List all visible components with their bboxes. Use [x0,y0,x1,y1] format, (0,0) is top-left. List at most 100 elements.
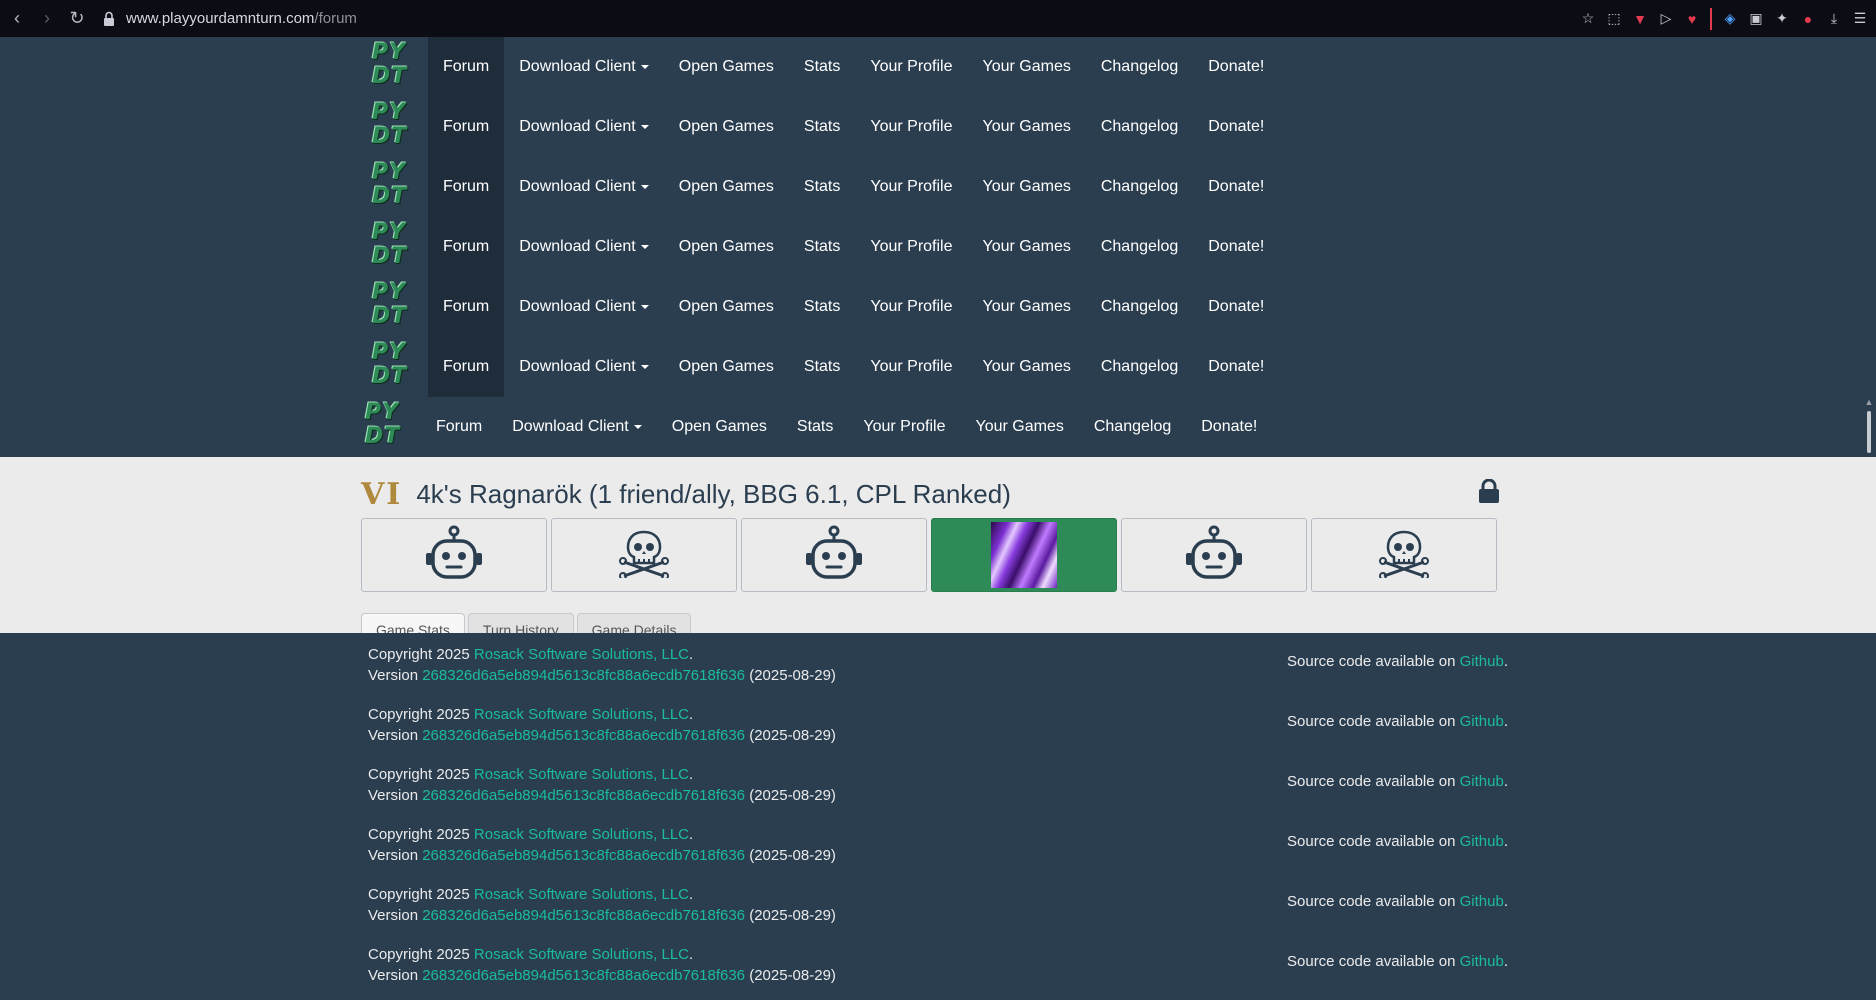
nav-item-changelog[interactable]: Changelog [1086,157,1193,217]
site-logo[interactable]: PY DT [372,41,412,93]
nav-item-open-games[interactable]: Open Games [664,37,789,97]
nav-item-stats[interactable]: Stats [789,337,855,397]
company-link[interactable]: Rosack Software Solutions, LLC [474,766,689,783]
nav-item-donate[interactable]: Donate! [1193,337,1279,397]
github-link[interactable]: Github [1460,893,1504,910]
nav-item-donate[interactable]: Donate! [1193,97,1279,157]
nav-item-open-games[interactable]: Open Games [664,157,789,217]
version-hash-link[interactable]: 268326d6a5eb894d5613c8fc88a6ecdb7618f636 [422,667,745,684]
nav-item-stats[interactable]: Stats [789,217,855,277]
player-card[interactable] [931,518,1117,592]
site-logo[interactable]: PY DT [372,101,412,153]
back-icon[interactable]: ‹ [4,6,30,32]
nav-item-your-games[interactable]: Your Games [968,97,1086,157]
nav-item-forum[interactable]: Forum [428,277,505,337]
github-link[interactable]: Github [1460,713,1504,730]
nav-item-download-client[interactable]: Download Client [504,217,664,277]
nav-item-stats[interactable]: Stats [789,37,855,97]
nav-item-download-client[interactable]: Download Client [504,337,664,397]
nav-item-forum[interactable]: Forum [428,157,505,217]
nav-item-changelog[interactable]: Changelog [1086,97,1193,157]
company-link[interactable]: Rosack Software Solutions, LLC [474,826,689,843]
nav-item-donate[interactable]: Donate! [1193,277,1279,337]
version-hash-link[interactable]: 268326d6a5eb894d5613c8fc88a6ecdb7618f636 [422,847,745,864]
nav-item-your-profile[interactable]: Your Profile [855,37,967,97]
pocket-icon[interactable]: ▼ [1632,11,1648,27]
nav-item-your-profile[interactable]: Your Profile [855,97,967,157]
tab-turn-history[interactable]: Turn History [467,613,574,633]
site-logo[interactable]: PY DT [372,341,412,393]
nav-item-open-games[interactable]: Open Games [657,397,782,457]
nav-item-changelog[interactable]: Changelog [1086,217,1193,277]
nav-item-changelog[interactable]: Changelog [1086,337,1193,397]
scroll-up-icon[interactable]: ▲ [1864,397,1874,407]
github-link[interactable]: Github [1460,833,1504,850]
nav-item-download-client[interactable]: Download Client [504,157,664,217]
nav-item-open-games[interactable]: Open Games [664,97,789,157]
nav-item-download-client[interactable]: Download Client [497,397,657,457]
github-link[interactable]: Github [1460,653,1504,670]
address-bar[interactable]: www.playyourdamnturn.com/forum [126,10,357,27]
nav-item-your-profile[interactable]: Your Profile [855,337,967,397]
nav-item-donate[interactable]: Donate! [1193,37,1279,97]
account-icon[interactable]: ● [1800,11,1816,27]
reload-icon[interactable]: ↻ [64,6,90,32]
version-hash-link[interactable]: 268326d6a5eb894d5613c8fc88a6ecdb7618f636 [422,967,745,984]
nav-item-download-client[interactable]: Download Client [504,277,664,337]
version-hash-link[interactable]: 268326d6a5eb894d5613c8fc88a6ecdb7618f636 [422,907,745,924]
nav-item-your-profile[interactable]: Your Profile [855,217,967,277]
bookmark-icon[interactable]: ☆ [1580,10,1596,27]
nav-item-your-profile[interactable]: Your Profile [855,277,967,337]
nav-item-changelog[interactable]: Changelog [1086,277,1193,337]
nav-item-donate[interactable]: Donate! [1193,157,1279,217]
nav-item-your-profile[interactable]: Your Profile [855,157,967,217]
player-card[interactable] [741,518,927,592]
nav-item-changelog[interactable]: Changelog [1079,397,1186,457]
github-link[interactable]: Github [1460,773,1504,790]
version-hash-link[interactable]: 268326d6a5eb894d5613c8fc88a6ecdb7618f636 [422,727,745,744]
nav-item-open-games[interactable]: Open Games [664,217,789,277]
version-hash-link[interactable]: 268326d6a5eb894d5613c8fc88a6ecdb7618f636 [422,787,745,804]
nav-item-forum[interactable]: Forum [428,97,505,157]
site-logo[interactable]: PY DT [372,281,412,333]
nav-item-your-games[interactable]: Your Games [968,37,1086,97]
download-icon[interactable]: ⤓ [1826,10,1842,27]
company-link[interactable]: Rosack Software Solutions, LLC [474,706,689,723]
company-link[interactable]: Rosack Software Solutions, LLC [474,646,689,663]
nav-item-donate[interactable]: Donate! [1193,217,1279,277]
nav-item-open-games[interactable]: Open Games [664,277,789,337]
nav-item-download-client[interactable]: Download Client [504,37,664,97]
nav-item-forum[interactable]: Forum [428,337,505,397]
nav-item-your-games[interactable]: Your Games [968,337,1086,397]
content-scrollbar[interactable]: ▲ [1864,397,1874,633]
site-logo[interactable]: PY DT [372,221,412,273]
player-card[interactable] [361,518,547,592]
nav-item-forum[interactable]: Forum [421,397,497,457]
menu-icon[interactable]: ☰ [1852,10,1868,27]
nav-item-your-games[interactable]: Your Games [968,157,1086,217]
company-link[interactable]: Rosack Software Solutions, LLC [474,886,689,903]
nav-item-stats[interactable]: Stats [789,277,855,337]
site-logo[interactable]: PY DT [372,161,412,213]
tab-game-details[interactable]: Game Details [576,613,692,633]
player-card[interactable] [551,518,737,592]
nav-item-forum[interactable]: Forum [428,37,505,97]
nav-item-stats[interactable]: Stats [782,397,848,457]
nav-item-your-games[interactable]: Your Games [968,277,1086,337]
screenshot-icon[interactable]: ⬚ [1606,10,1622,27]
github-link[interactable]: Github [1460,953,1504,970]
site-logo[interactable]: PY DT [365,401,405,453]
image-icon[interactable]: ▣ [1748,10,1764,27]
lock-icon[interactable] [102,11,116,27]
tab-game-stats[interactable]: Game Stats [361,613,465,633]
nav-item-open-games[interactable]: Open Games [664,337,789,397]
player-card[interactable] [1121,518,1307,592]
nav-item-download-client[interactable]: Download Client [504,97,664,157]
nav-item-your-games[interactable]: Your Games [961,397,1079,457]
nav-item-your-games[interactable]: Your Games [968,217,1086,277]
puzzle-icon[interactable]: ✦ [1774,10,1790,27]
nav-item-changelog[interactable]: Changelog [1086,37,1193,97]
company-link[interactable]: Rosack Software Solutions, LLC [474,946,689,963]
nav-item-donate[interactable]: Donate! [1186,397,1272,457]
nav-item-your-profile[interactable]: Your Profile [848,397,960,457]
